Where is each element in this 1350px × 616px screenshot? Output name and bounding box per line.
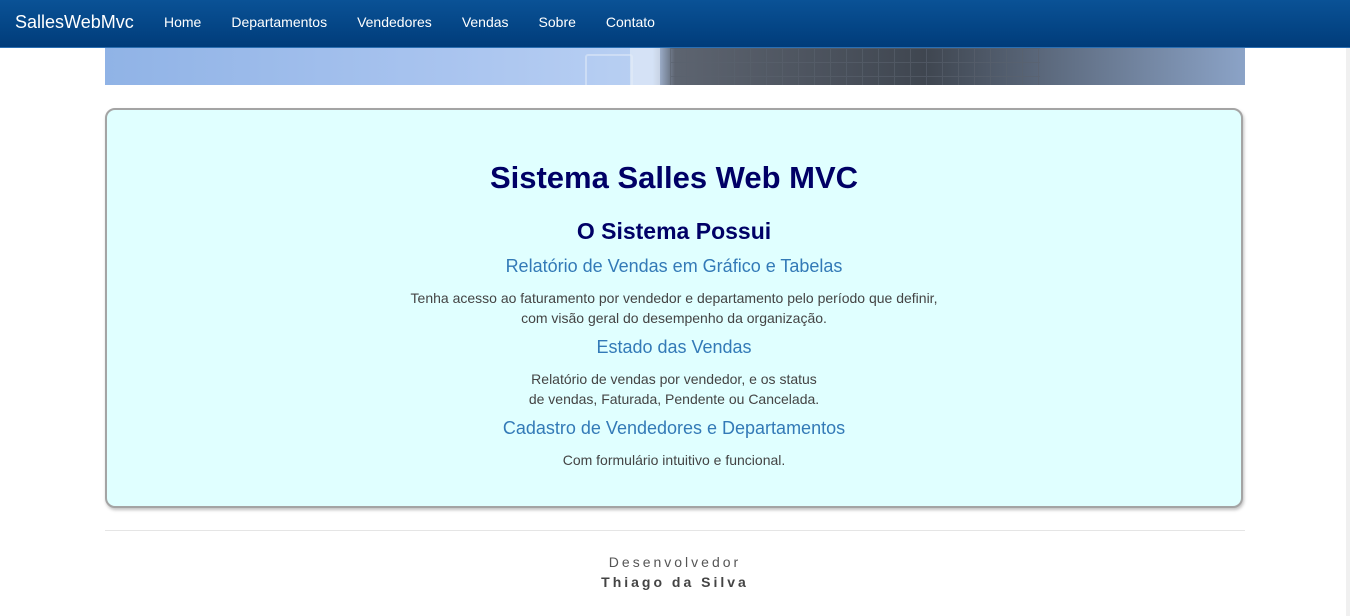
brand-link[interactable]: SallesWebMvc [15, 0, 134, 44]
envelope-graphic [585, 54, 633, 85]
nav-sobre[interactable]: Sobre [524, 0, 591, 44]
footer-developer-name: Thiago da Silva [601, 574, 749, 590]
nav-menu: Home Departamentos Vendedores Vendas Sob… [149, 0, 670, 44]
feature-heading-cadastro: Cadastro de Vendedores e Departamentos [502, 418, 846, 438]
feature-desc-estado-line2: de vendas, Faturada, Pendente ou Cancela… [528, 391, 820, 407]
nav-home[interactable]: Home [149, 0, 216, 44]
screen-graphic [630, 48, 660, 85]
feature-panel: Sistema Salles Web MVC O Sistema Possui … [105, 108, 1243, 508]
nav-departamentos[interactable]: Departamentos [216, 0, 342, 44]
footer-role: Desenvolvedor [608, 554, 742, 570]
nav-contato[interactable]: Contato [591, 0, 670, 44]
hero-banner-image [105, 48, 1245, 85]
feature-heading-relatorio: Relatório de Vendas em Gráfico e Tabelas [505, 256, 843, 276]
vertical-scrollbar[interactable] [1346, 48, 1350, 616]
feature-desc-relatorio-line1: Tenha acesso ao faturamento por vendedor… [410, 290, 938, 306]
nav-vendas[interactable]: Vendas [447, 0, 524, 44]
keyboard-graphic [670, 48, 1040, 85]
footer-divider [105, 530, 1245, 531]
page-title: Sistema Salles Web MVC [489, 160, 859, 195]
feature-heading-estado: Estado das Vendas [596, 337, 752, 357]
feature-desc-relatorio-line2: com visão geral do desempenho da organiz… [521, 310, 827, 326]
top-navbar: SallesWebMvc Home Departamentos Vendedor… [0, 0, 1350, 48]
feature-desc-cadastro-line1: Com formulário intuitivo e funcional. [562, 452, 786, 468]
section-subtitle: O Sistema Possui [576, 218, 772, 244]
feature-desc-estado-line1: Relatório de vendas por vendedor, e os s… [531, 371, 817, 387]
nav-vendedores[interactable]: Vendedores [342, 0, 447, 44]
